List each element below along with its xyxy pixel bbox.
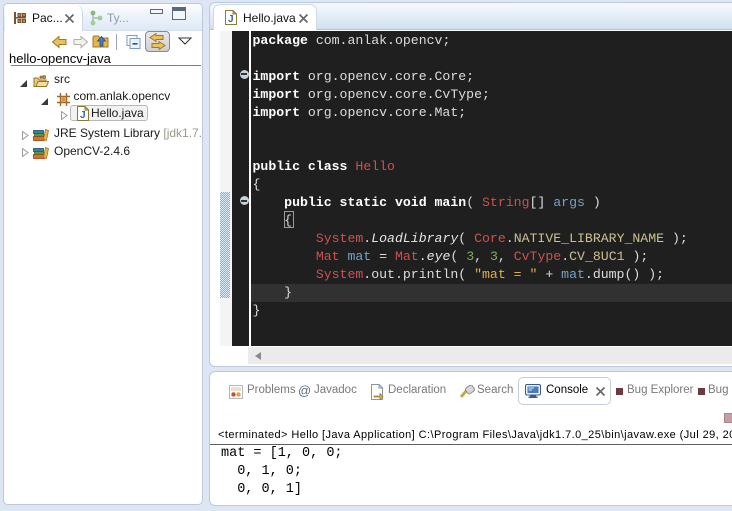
svg-text:J: J [228, 14, 234, 25]
svg-text:J: J [80, 110, 86, 121]
